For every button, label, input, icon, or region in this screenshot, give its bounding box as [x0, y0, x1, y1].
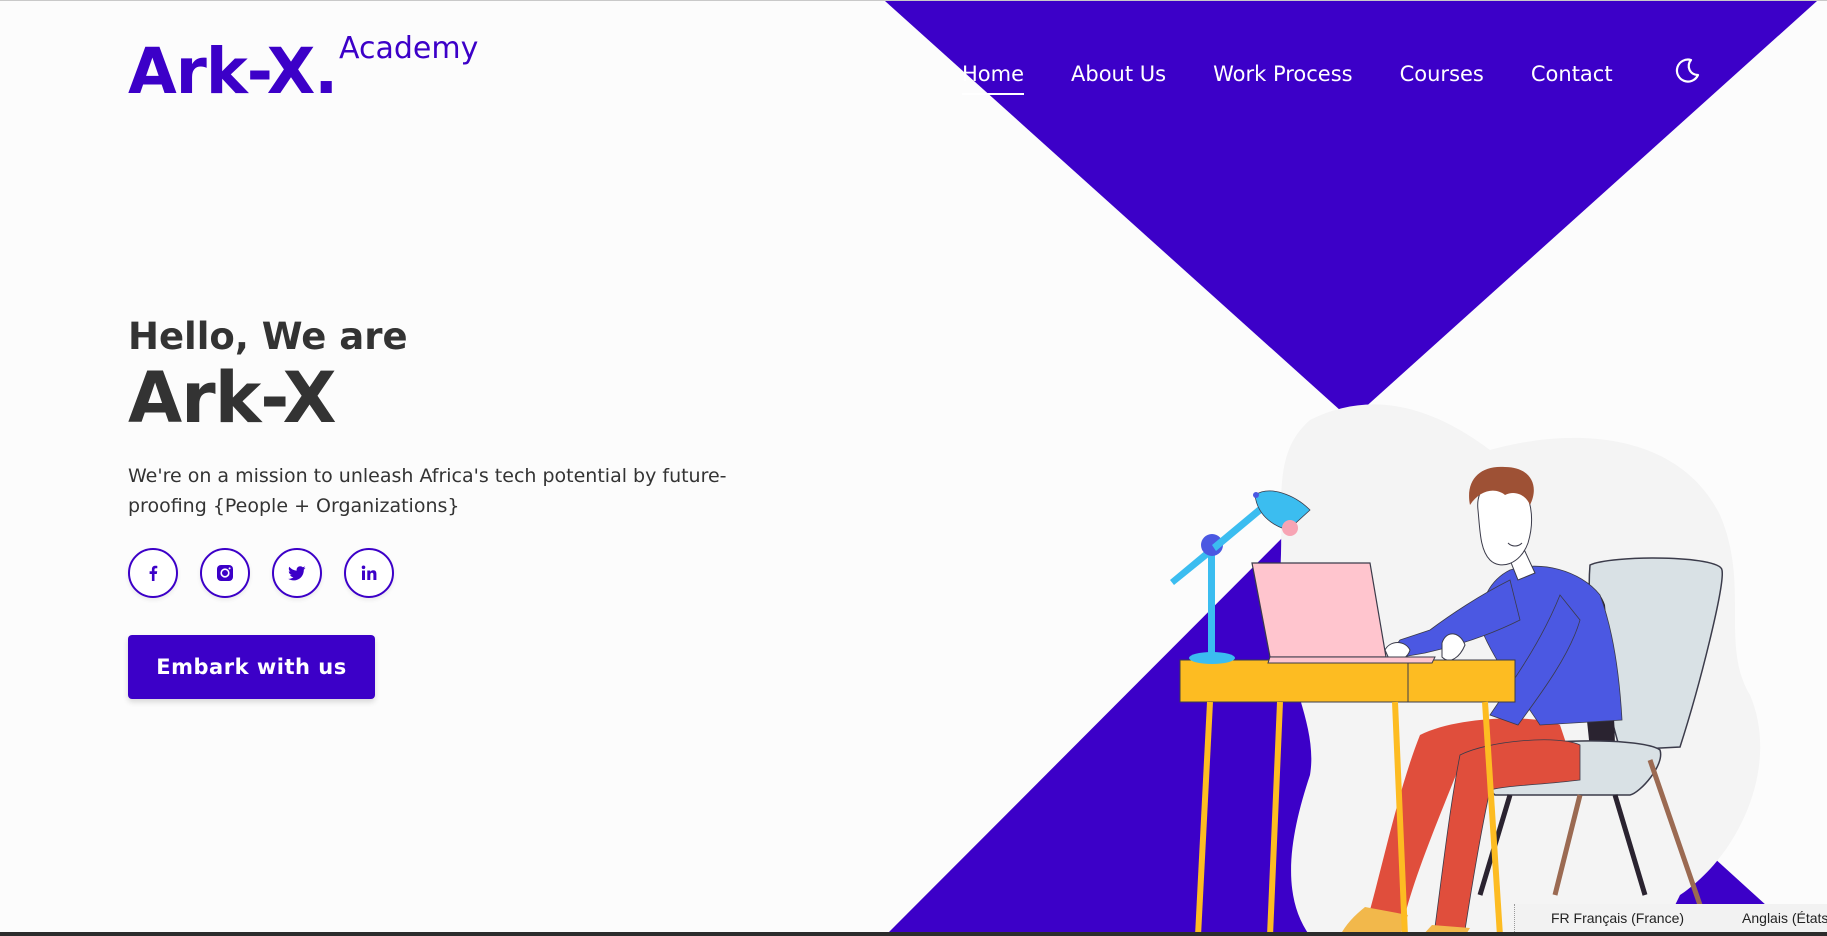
moon-icon	[1675, 58, 1700, 83]
current-language[interactable]: FR Français (France)	[1551, 910, 1684, 926]
main-nav: Home About Us Work Process Courses Conta…	[962, 58, 1660, 95]
hero-section: Hello, We are Ark-X We're on a mission t…	[128, 318, 748, 521]
page: Ark-X. Academy Home About Us Work Proces…	[0, 0, 1827, 936]
nav-item-contact[interactable]: Contact	[1531, 59, 1613, 89]
nav-item-courses[interactable]: Courses	[1400, 59, 1484, 89]
linkedin-button[interactable]	[344, 548, 394, 598]
other-language[interactable]: Anglais (États	[1742, 910, 1827, 926]
embark-button[interactable]: Embark with us	[128, 635, 375, 699]
facebook-button[interactable]	[128, 548, 178, 598]
language-bar: FR Français (France) Anglais (États	[1514, 904, 1827, 932]
nav-item-work-process[interactable]: Work Process	[1213, 59, 1353, 89]
linkedin-icon	[361, 565, 377, 580]
instagram-button[interactable]	[200, 548, 250, 598]
hero-greeting: Hello, We are	[128, 315, 408, 358]
instagram-icon	[217, 565, 233, 581]
social-links	[128, 548, 416, 598]
hero-title: Ark-X	[128, 357, 337, 439]
twitter-icon	[288, 566, 306, 581]
twitter-button[interactable]	[272, 548, 322, 598]
nav-item-home[interactable]: Home	[962, 59, 1025, 95]
logo-text: Ark-X.	[128, 35, 338, 108]
theme-toggle-button[interactable]	[1672, 56, 1702, 86]
facebook-icon	[149, 565, 158, 581]
person-at-desk-illustration	[1170, 404, 1761, 936]
bottom-border	[0, 932, 1827, 936]
hero-description: We're on a mission to unleash Africa's t…	[128, 465, 727, 517]
logo-subtitle: Academy	[339, 31, 479, 66]
nav-item-about-us[interactable]: About Us	[1071, 59, 1166, 89]
